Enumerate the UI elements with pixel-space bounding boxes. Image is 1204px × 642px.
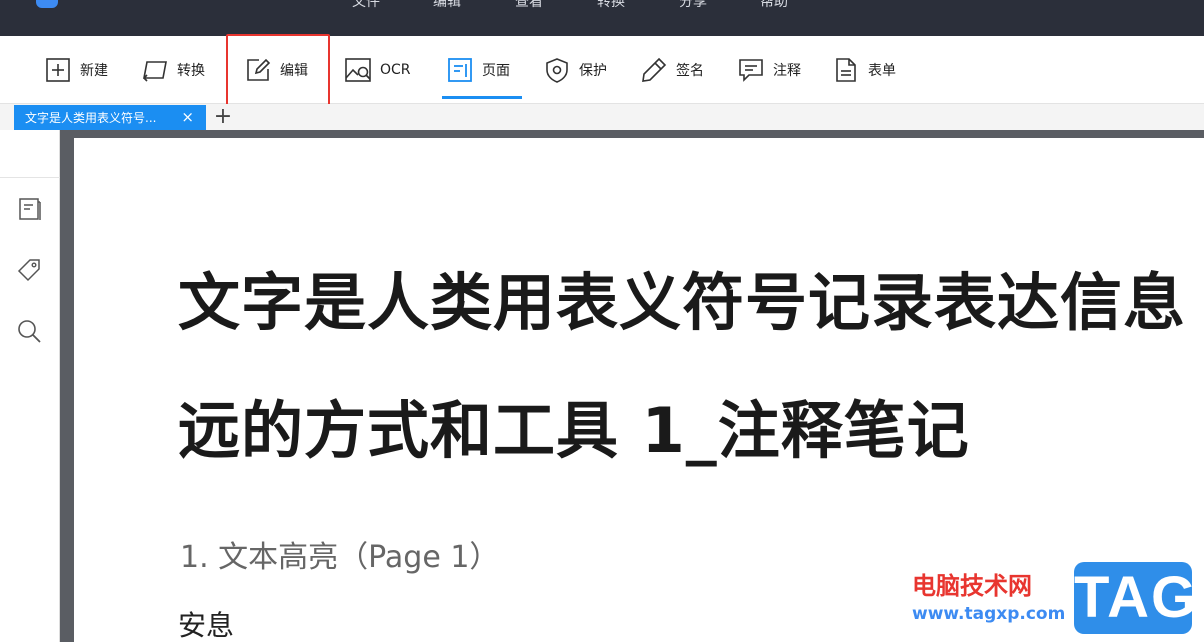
edit-highlight-box	[226, 34, 330, 109]
page-button[interactable]: 页面	[446, 36, 510, 104]
document-body-text: 安息	[178, 609, 235, 642]
form-doc-icon	[836, 58, 856, 82]
plus-box-icon	[46, 58, 70, 82]
annotate-label: 注释	[773, 63, 801, 79]
ocr-label: OCR	[380, 62, 411, 78]
page-label: 页面	[482, 63, 510, 79]
search-icon[interactable]	[16, 318, 42, 344]
shield-icon	[546, 58, 568, 83]
tag-icon[interactable]	[16, 257, 42, 283]
sign-label: 签名	[676, 63, 704, 79]
convert-icon	[143, 61, 167, 82]
close-icon[interactable]: ×	[181, 108, 194, 126]
menu-share[interactable]: 分享	[679, 0, 707, 11]
annotate-button[interactable]: 注释	[737, 36, 801, 104]
sign-button[interactable]: 签名	[640, 36, 704, 104]
app-logo-icon	[36, 0, 58, 8]
add-tab-button[interactable]: +	[212, 106, 234, 128]
ribbon-toolbar: 新建 转换 编辑 OCR 页面 保护 签名 注释 表单	[0, 36, 1204, 104]
sidebar-divider	[0, 177, 60, 178]
pen-icon	[642, 57, 667, 82]
protect-label: 保护	[579, 63, 607, 79]
convert-button[interactable]: 转换	[141, 36, 205, 104]
form-label: 表单	[868, 63, 896, 79]
menu-file[interactable]: 文件	[352, 0, 380, 11]
menubar: 文件 编辑 查看 转换 分享 帮助	[0, 0, 1204, 36]
document-title-line-2: 远的方式和工具 1_注释笔记	[178, 394, 970, 467]
watermark-site-name: 电脑技术网	[912, 572, 1032, 600]
ocr-button[interactable]: OCR	[344, 36, 411, 104]
menu-convert[interactable]: 转换	[597, 0, 625, 11]
ocr-image-search-icon	[345, 58, 371, 82]
page-icon	[448, 58, 472, 82]
document-tab-title: 文字是人类用表义符号...	[25, 111, 157, 125]
canvas-top-strip	[60, 130, 1204, 138]
form-button[interactable]: 表单	[832, 36, 896, 104]
comment-icon	[739, 59, 763, 82]
menu-help[interactable]: 帮助	[760, 0, 788, 11]
watermark-tag-logo: TAG	[1074, 562, 1196, 634]
document-subtitle: 1. 文本高亮（Page 1）	[180, 540, 500, 575]
bookmark-list-icon[interactable]	[16, 196, 42, 222]
convert-label: 转换	[177, 63, 205, 79]
document-tab[interactable]: 文字是人类用表义符号... ×	[14, 105, 206, 130]
left-sidebar	[0, 130, 60, 642]
watermark-url: www.tagxp.com	[912, 604, 1066, 624]
active-tool-indicator	[442, 96, 522, 99]
new-label: 新建	[80, 63, 108, 79]
document-title-line-1: 文字是人类用表义符号记录表达信息	[178, 266, 1187, 339]
new-button[interactable]: 新建	[44, 36, 108, 104]
protect-button[interactable]: 保护	[543, 36, 607, 104]
menu-edit[interactable]: 编辑	[433, 0, 461, 11]
menu-view[interactable]: 查看	[515, 0, 543, 11]
